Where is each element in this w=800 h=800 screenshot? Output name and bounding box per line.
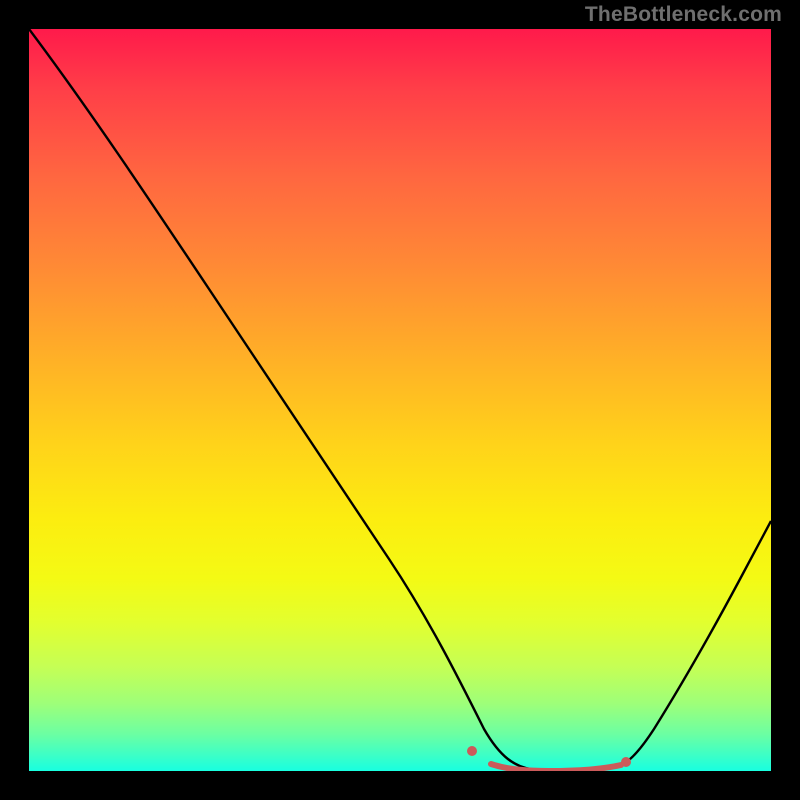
- range-start-marker: [467, 746, 477, 756]
- watermark-text: TheBottleneck.com: [585, 3, 782, 27]
- curve-layer: [29, 29, 771, 771]
- range-end-marker: [621, 757, 631, 767]
- plot-area: [29, 29, 771, 771]
- optimal-range-segment: [491, 764, 621, 771]
- chart-frame: TheBottleneck.com: [0, 0, 800, 800]
- bottleneck-curve: [29, 29, 771, 770]
